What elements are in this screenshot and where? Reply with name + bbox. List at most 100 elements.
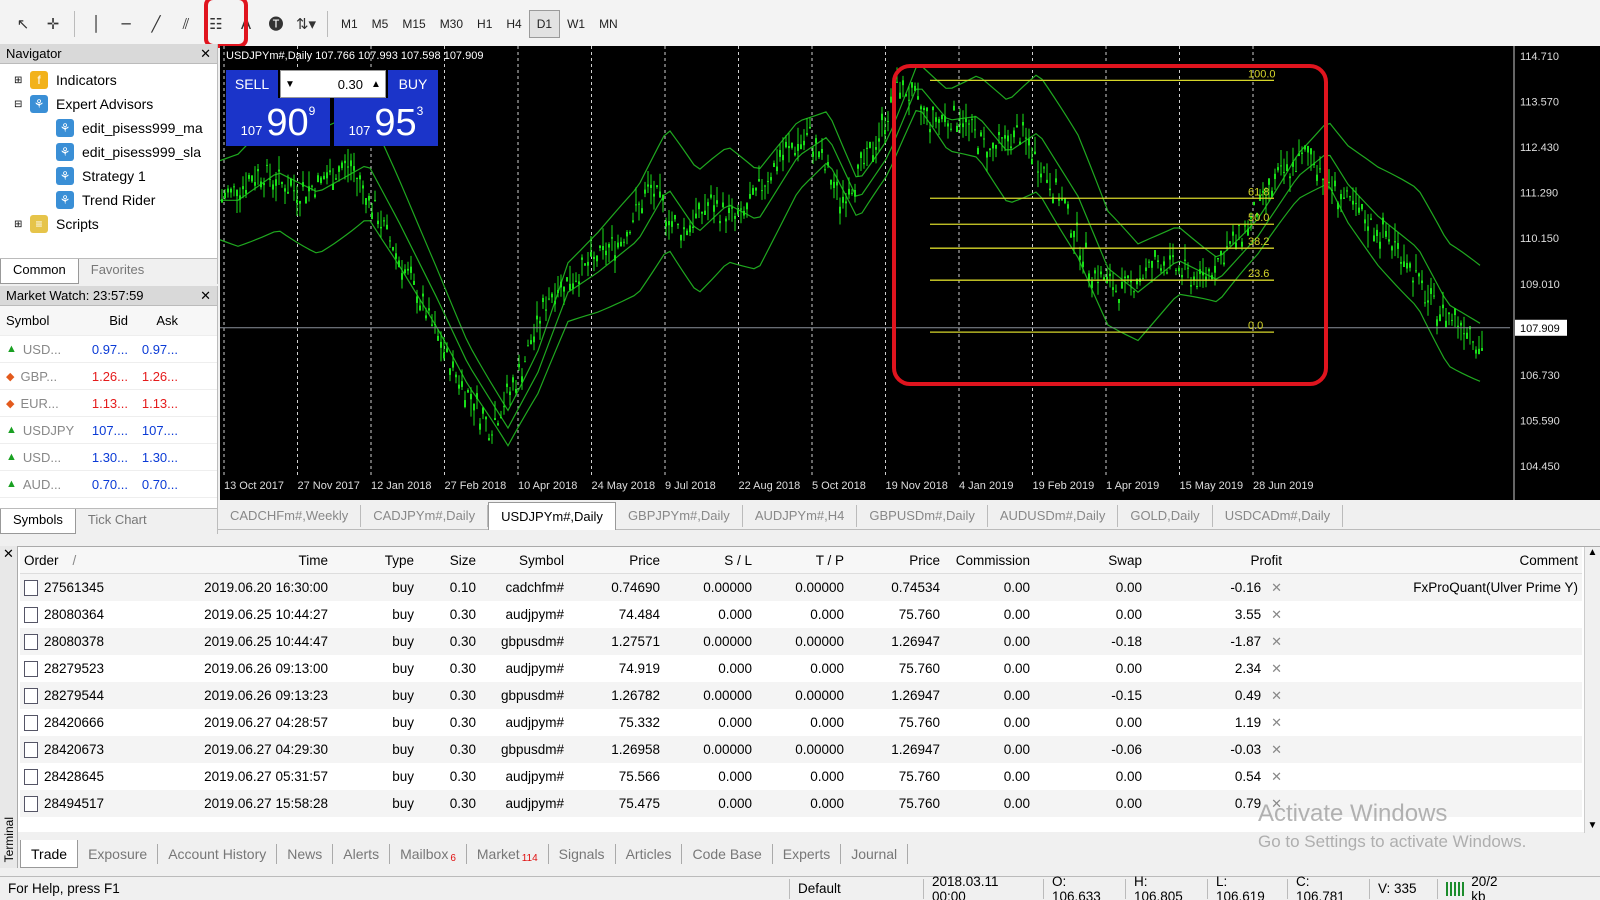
market-watch-row[interactable]: ▲ USD... 1.30... 1.30... [0, 444, 217, 471]
lot-size-value[interactable]: 0.30 [299, 77, 367, 92]
chart-tab[interactable]: GBPJPYm#,Daily [616, 504, 743, 527]
trendline-icon[interactable]: ╱ [141, 9, 171, 39]
timeframe-m5[interactable]: M5 [365, 10, 396, 38]
cursor-icon[interactable]: ↖ [8, 9, 38, 39]
close-order-icon[interactable]: ✕ [1271, 688, 1282, 704]
close-icon[interactable]: ✕ [3, 546, 14, 562]
buy-button[interactable]: BUY [388, 70, 438, 98]
close-order-icon[interactable]: ✕ [1271, 661, 1282, 677]
navigator-item[interactable]: ⊟ ⚘ Expert Advisors [0, 92, 217, 116]
table-row[interactable]: 28080378 2019.06.25 10:44:47 buy 0.30 gbpusd… [20, 628, 1582, 655]
table-row[interactable]: 28279523 2019.06.26 09:13:00 buy 0.30 audjpy… [20, 655, 1582, 682]
header-type[interactable]: Type [332, 553, 418, 568]
collapse-icon[interactable]: ⊟ [14, 99, 26, 110]
market-watch-row[interactable]: ▲ USDJPY 107.... 107.... [0, 417, 217, 444]
tab-experts[interactable]: Experts [773, 844, 842, 864]
tab-market[interactable]: Market 114 [467, 844, 549, 864]
tab-tick-chart[interactable]: Tick Chart [76, 509, 159, 534]
chevron-up-icon[interactable]: ▲ [1585, 547, 1600, 558]
market-watch-row[interactable]: ▲ USD... 0.97... 0.97... [0, 336, 217, 363]
sell-button[interactable]: SELL [226, 70, 278, 98]
close-order-icon[interactable]: ✕ [1271, 715, 1282, 731]
close-icon[interactable]: ✕ [200, 46, 211, 62]
table-row[interactable]: 28420666 2019.06.27 04:28:57 buy 0.30 audjpy… [20, 709, 1582, 736]
tab-favorites[interactable]: Favorites [79, 259, 156, 284]
arrows-icon[interactable]: ⇅▾ [291, 9, 321, 39]
timeframe-m30[interactable]: M30 [433, 10, 470, 38]
tab-exposure[interactable]: Exposure [78, 844, 159, 864]
expand-icon[interactable]: ⊞ [14, 75, 26, 86]
close-order-icon[interactable]: ✕ [1271, 769, 1282, 785]
chart-tab[interactable]: CADCHFm#,Weekly [218, 504, 362, 527]
lot-size-field[interactable]: ▼ 0.30 ▲ [280, 70, 386, 98]
chevron-down-icon[interactable]: ▼ [1585, 820, 1600, 831]
header-symbol[interactable]: Symbol [480, 553, 568, 568]
tab-mailbox[interactable]: Mailbox 6 [390, 844, 467, 864]
chart-tab[interactable]: GOLD,Daily [1118, 504, 1213, 527]
col-bid[interactable]: Bid [82, 313, 132, 328]
expand-icon[interactable]: ⊞ [14, 219, 26, 230]
timeframe-w1[interactable]: W1 [560, 10, 592, 38]
navigator-item[interactable]: ⚘ edit_pisess999_sla [0, 140, 217, 164]
header-comm[interactable]: Commission [944, 553, 1034, 568]
chart-tab[interactable]: CADJPYm#,Daily [361, 504, 489, 527]
market-watch-row[interactable]: ◆ GBP... 1.26... 1.26... [0, 363, 217, 390]
navigator-item[interactable]: ⊞ ≡ Scripts [0, 212, 217, 236]
tab-account-history[interactable]: Account History [158, 844, 278, 864]
timeframe-h1[interactable]: H1 [470, 10, 499, 38]
col-symbol[interactable]: Symbol [0, 313, 82, 328]
header-order[interactable]: Order / [20, 553, 142, 568]
table-row[interactable]: 27561345 2019.06.20 16:30:00 buy 0.10 cadchf… [20, 574, 1582, 601]
tab-signals[interactable]: Signals [549, 844, 616, 864]
tab-common[interactable]: Common [0, 259, 79, 284]
tab-alerts[interactable]: Alerts [333, 844, 391, 864]
sell-price[interactable]: 107 90 9 [226, 98, 330, 146]
header-price2[interactable]: Price [848, 553, 944, 568]
close-icon[interactable]: ✕ [200, 288, 211, 304]
vertical-line-icon[interactable]: │ [81, 9, 111, 39]
chevron-up-icon[interactable]: ▲ [367, 79, 385, 90]
chart-tab[interactable]: USDCADm#,Daily [1213, 504, 1344, 527]
table-row[interactable]: 28080364 2019.06.25 10:44:27 buy 0.30 audjpy… [20, 601, 1582, 628]
timeframe-m15[interactable]: M15 [395, 10, 432, 38]
navigator-item[interactable]: ⚘ Strategy 1 [0, 164, 217, 188]
close-order-icon[interactable]: ✕ [1271, 607, 1282, 623]
tab-articles[interactable]: Articles [616, 844, 683, 864]
buy-price[interactable]: 107 95 3 [334, 98, 438, 146]
table-row[interactable]: 28428645 2019.06.27 05:31:57 buy 0.30 audjpy… [20, 763, 1582, 790]
chevron-down-icon[interactable]: ▼ [281, 79, 299, 90]
tab-trade[interactable]: Trade [20, 840, 79, 868]
header-comment[interactable]: Comment [1286, 553, 1582, 568]
crosshair-icon[interactable]: ✛ [38, 9, 68, 39]
timeframe-mn[interactable]: MN [592, 10, 625, 38]
navigator-item[interactable]: ⚘ Trend Rider [0, 188, 217, 212]
tab-symbols[interactable]: Symbols [0, 509, 76, 534]
table-row[interactable]: 28279544 2019.06.26 09:13:23 buy 0.30 gbpusd… [20, 682, 1582, 709]
chart-tab[interactable]: AUDJPYm#,H4 [743, 504, 858, 527]
chart-tab[interactable]: GBPUSDm#,Daily [857, 504, 988, 527]
market-watch-row[interactable]: ◆ EUR... 1.13... 1.13... [0, 390, 217, 417]
price-chart[interactable]: 13 Oct 2017 27 Nov 2017 12 Jan 2018 27 Feb … [220, 46, 1600, 500]
timeframe-h4[interactable]: H4 [499, 10, 528, 38]
header-tp[interactable]: T / P [756, 553, 848, 568]
tab-news[interactable]: News [277, 844, 334, 864]
status-profile[interactable]: Default [790, 878, 924, 899]
close-order-icon[interactable]: ✕ [1271, 634, 1282, 650]
navigator-item[interactable]: ⚘ edit_pisess999_ma [0, 116, 217, 140]
horizontal-line-icon[interactable]: ─ [111, 9, 141, 39]
tab-code-base[interactable]: Code Base [682, 844, 773, 864]
table-row[interactable]: 28420673 2019.06.27 04:29:30 buy 0.30 gbpusd… [20, 736, 1582, 763]
tab-journal[interactable]: Journal [841, 844, 909, 864]
header-sl[interactable]: S / L [664, 553, 756, 568]
timeframe-m1[interactable]: M1 [334, 10, 365, 38]
navigator-item[interactable]: ⊞ f Indicators [0, 68, 217, 92]
col-ask[interactable]: Ask [132, 313, 182, 328]
header-profit[interactable]: Profit [1146, 553, 1286, 568]
market-watch-row[interactable]: ▲ AUD... 0.70... 0.70... [0, 471, 217, 498]
text-label-icon[interactable]: 🅣 [261, 9, 291, 39]
close-order-icon[interactable]: ✕ [1271, 742, 1282, 758]
chart-tab[interactable]: AUDUSDm#,Daily [988, 504, 1119, 527]
timeframe-d1[interactable]: D1 [528, 9, 561, 38]
header-swap[interactable]: Swap [1034, 553, 1146, 568]
channel-icon[interactable]: ⫽ [171, 9, 201, 39]
